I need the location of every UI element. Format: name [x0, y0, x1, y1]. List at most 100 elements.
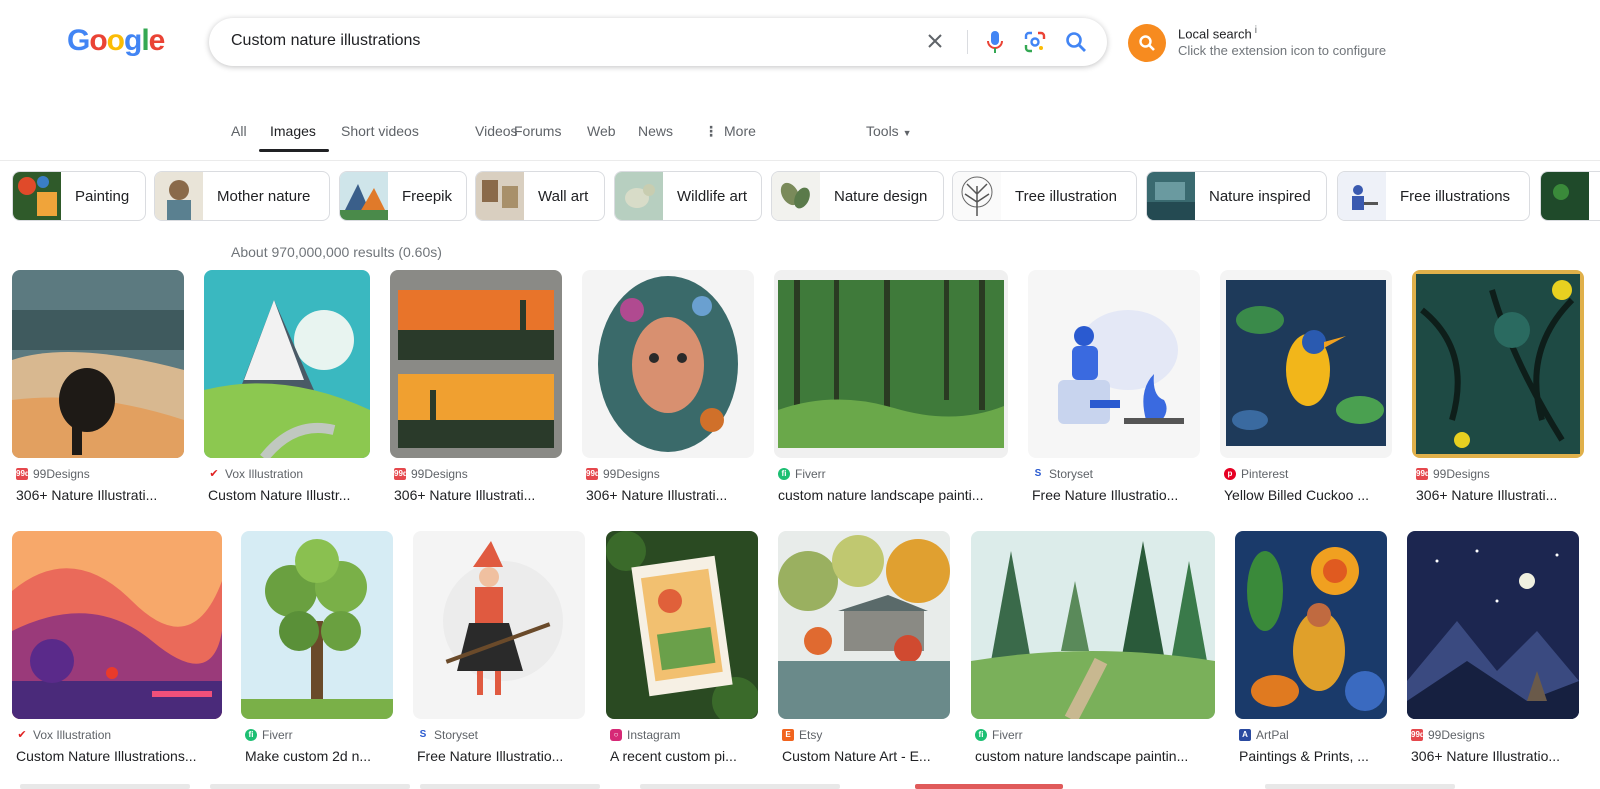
chip-more[interactable]	[1540, 171, 1600, 221]
result-title[interactable]: 306+ Nature Illustrati...	[394, 487, 562, 503]
storyset-favicon-icon: S	[417, 729, 429, 741]
result-thumbnail[interactable]	[1407, 531, 1579, 719]
header-divider	[0, 160, 1600, 161]
chip-label: Free illustrations	[1400, 187, 1511, 205]
result-title[interactable]: custom nature landscape painti...	[778, 487, 1008, 503]
result-title[interactable]: Make custom 2d n...	[245, 748, 393, 764]
chip-label: Wildlife art	[677, 187, 748, 205]
result-title[interactable]: A recent custom pi...	[610, 748, 758, 764]
result-title[interactable]: Custom Nature Illustrations...	[16, 748, 222, 764]
tab-news[interactable]: News	[638, 123, 673, 139]
result-title[interactable]: 306+ Nature Illustratio...	[1411, 748, 1579, 764]
result-source[interactable]: p Pinterest	[1224, 467, 1288, 481]
chip-free-illustrations[interactable]: Free illustrations	[1337, 171, 1530, 221]
result-source[interactable]: fi Fiverr	[778, 467, 826, 481]
result-thumbnail[interactable]	[241, 531, 393, 719]
result-title[interactable]: 306+ Nature Illustrati...	[1416, 487, 1584, 503]
result-source[interactable]: ○ Instagram	[610, 728, 680, 742]
tab-web[interactable]: Web	[587, 123, 616, 139]
chip-mother-nature[interactable]: Mother nature	[154, 171, 330, 221]
logo-letter: g	[124, 24, 142, 57]
result-thumbnail[interactable]	[971, 531, 1215, 719]
result-title[interactable]: Yellow Billed Cuckoo ...	[1224, 487, 1392, 503]
result-source[interactable]: E Etsy	[782, 728, 822, 742]
result-thumbnail[interactable]	[606, 531, 758, 719]
result-source-name: ArtPal	[1256, 728, 1289, 742]
tools-button[interactable]: Tools ▼	[866, 123, 912, 139]
google-lens-icon[interactable]	[1023, 30, 1047, 54]
result-title[interactable]: Paintings & Prints, ...	[1239, 748, 1387, 764]
chip-label: Tree illustration	[1015, 187, 1117, 205]
result-thumbnail[interactable]	[12, 270, 184, 458]
search-box[interactable]: Custom nature illustrations	[209, 18, 1107, 66]
artpal-favicon-icon: A	[1239, 729, 1251, 741]
chip-wall-art[interactable]: Wall art	[475, 171, 605, 221]
result-thumbnail[interactable]	[1220, 270, 1392, 458]
result-source[interactable]: fi Fiverr	[975, 728, 1023, 742]
result-source-name: 99Designs	[1428, 728, 1485, 742]
chip-nature-inspired[interactable]: Nature inspired	[1146, 171, 1327, 221]
result-source[interactable]: 99d 99Designs	[1416, 467, 1490, 481]
result-source-name: 99Designs	[411, 467, 468, 481]
result-source-name: Etsy	[799, 728, 823, 742]
chip-wildlife-art[interactable]: Wildlife art	[614, 171, 762, 221]
logo-letter: G	[67, 24, 90, 57]
clear-icon[interactable]	[923, 29, 947, 53]
result-thumbnail[interactable]	[1235, 531, 1387, 719]
search-icon[interactable]	[1063, 29, 1089, 55]
tab-forums[interactable]: Forums	[514, 123, 561, 139]
result-source[interactable]: fi Fiverr	[245, 728, 293, 742]
result-title[interactable]: Free Nature Illustratio...	[417, 748, 585, 764]
result-source[interactable]: 99d 99Designs	[1411, 728, 1485, 742]
extension-subtitle: Click the extension icon to configure	[1178, 43, 1387, 58]
result-source[interactable]: S Storyset	[417, 728, 478, 742]
result-source[interactable]: S Storyset	[1032, 467, 1093, 481]
chip-freepik[interactable]: Freepik	[339, 171, 467, 221]
tab-more[interactable]: ⋮ More	[704, 123, 756, 140]
tab-images[interactable]: Images	[270, 123, 316, 139]
result-thumbnail[interactable]	[778, 531, 950, 719]
result-source[interactable]: 99d 99Designs	[586, 467, 660, 481]
result-title[interactable]: custom nature landscape paintin...	[975, 748, 1215, 764]
chip-label: Mother nature	[217, 187, 311, 205]
result-thumbnail[interactable]	[12, 531, 222, 719]
result-source-name: Storyset	[1049, 467, 1094, 481]
result-thumbnail[interactable]	[1028, 270, 1200, 458]
search-input[interactable]: Custom nature illustrations	[231, 32, 420, 50]
result-source[interactable]: 99d 99Designs	[16, 467, 90, 481]
tab-videos[interactable]: Videos	[475, 123, 518, 139]
google-logo[interactable]: Google	[67, 24, 165, 58]
favicon-icon: 99d	[586, 468, 600, 480]
result-thumbnail[interactable]	[582, 270, 754, 458]
tab-all[interactable]: All	[231, 123, 247, 139]
result-source[interactable]: ✔ Vox Illustration	[208, 467, 303, 481]
result-thumbnail[interactable]	[390, 270, 562, 458]
microphone-icon[interactable]	[983, 29, 1007, 55]
chip-tree-illustration[interactable]: Tree illustration	[952, 171, 1137, 221]
result-source-name: Fiverr	[992, 728, 1023, 742]
result-thumbnail[interactable]	[413, 531, 585, 719]
active-tab-indicator	[259, 149, 329, 152]
local-search-extension-icon[interactable]	[1128, 24, 1166, 62]
result-thumbnail[interactable]	[774, 270, 1008, 458]
result-thumbnail[interactable]	[1412, 270, 1584, 458]
vox-favicon-icon: ✔	[208, 468, 220, 480]
result-source-name: Pinterest	[1241, 467, 1289, 481]
fiverr-favicon-icon: fi	[245, 729, 257, 741]
result-title[interactable]: Custom Nature Art - E...	[782, 748, 950, 764]
result-thumbnail[interactable]	[204, 270, 370, 458]
result-title[interactable]: 306+ Nature Illustrati...	[16, 487, 184, 503]
partial-result	[20, 784, 190, 789]
logo-letter: o	[106, 24, 125, 57]
result-source[interactable]: 99d 99Designs	[394, 467, 468, 481]
result-title[interactable]: 306+ Nature Illustrati...	[586, 487, 754, 503]
result-source[interactable]: A ArtPal	[1239, 728, 1289, 742]
result-title[interactable]: Free Nature Illustratio...	[1032, 487, 1200, 503]
result-title[interactable]: Custom Nature Illustr...	[208, 487, 370, 503]
chip-nature-design[interactable]: Nature design	[771, 171, 944, 221]
result-source[interactable]: ✔ Vox Illustration	[16, 728, 111, 742]
info-icon[interactable]: i	[1255, 25, 1257, 36]
chip-painting[interactable]: Painting	[12, 171, 146, 221]
tab-short-videos[interactable]: Short videos	[341, 123, 419, 139]
partial-result	[420, 784, 600, 789]
